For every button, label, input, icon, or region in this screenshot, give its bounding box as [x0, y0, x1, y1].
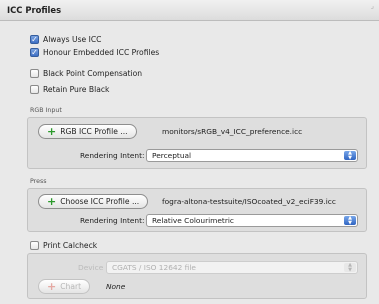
press-rendering-intent-value: Relative Colourimetric [152, 216, 234, 225]
honour-embedded-checkbox[interactable]: ✓ Honour Embedded ICC Profiles [30, 47, 159, 58]
honour-embedded-label: Honour Embedded ICC Profiles [43, 48, 160, 57]
press-panel: + Choose ICC Profile ... fogra-altona-te… [27, 188, 367, 232]
plus-icon: + [47, 124, 57, 138]
header-bar: ICC Profiles ⌟ [0, 0, 379, 21]
checkbox-unchecked-icon [30, 241, 39, 250]
choose-icc-profile-button-label: Choose ICC Profile ... [60, 197, 140, 206]
always-use-icc-label: Always Use ICC [43, 35, 102, 44]
black-point-checkbox[interactable]: Black Point Compensation [30, 68, 142, 79]
checkbox-checked-icon: ✓ [30, 47, 39, 57]
page-title: ICC Profiles [7, 5, 62, 15]
select-arrows-icon: ▲ ▼ [344, 263, 356, 272]
select-arrows-icon: ▲ ▼ [344, 216, 356, 225]
chart-value: None [106, 282, 126, 291]
rgb-profile-path: monitors/sRGB_v4_ICC_preference.icc [162, 127, 303, 136]
always-use-icc-checkbox[interactable]: ✓ Always Use ICC [30, 34, 101, 45]
retain-black-label: Retain Pure Black [43, 85, 110, 94]
calcheck-panel: Device CGATS / ISO 12642 file ▲ ▼ + Chart… [27, 253, 367, 299]
choose-icc-profile-button[interactable]: + Choose ICC Profile ... [38, 194, 149, 209]
rgb-input-group-label: RGB Input [30, 107, 62, 114]
rgb-rendering-intent-label: Rendering Intent: [80, 151, 145, 160]
retain-black-checkbox[interactable]: Retain Pure Black [30, 84, 109, 95]
select-arrows-icon: ▲ ▼ [344, 151, 356, 160]
checkbox-checked-icon: ✓ [30, 34, 39, 44]
print-calcheck-checkbox[interactable]: Print Calcheck [30, 240, 97, 251]
press-rendering-intent-label: Rendering Intent: [80, 216, 145, 225]
checkbox-unchecked-icon [30, 85, 39, 94]
press-group-label: Press [30, 178, 47, 185]
rgb-rendering-intent-value: Perceptual [152, 151, 192, 160]
press-profile-path: fogra-altona-testsuite/ISOcoated_v2_eciF… [162, 197, 336, 206]
rgb-input-panel: + RGB ICC Profile ... monitors/sRGB_v4_I… [27, 117, 367, 169]
plus-icon: + [47, 194, 57, 208]
press-rendering-intent-select[interactable]: Relative Colourimetric ▲ ▼ [146, 214, 358, 227]
plus-icon: + [47, 279, 57, 293]
rgb-icc-profile-button[interactable]: + RGB ICC Profile ... [38, 124, 137, 139]
chart-button-label: Chart [60, 282, 82, 291]
device-value: CGATS / ISO 12642 file [112, 263, 196, 272]
rgb-icc-profile-button-label: RGB ICC Profile ... [60, 127, 128, 136]
device-select[interactable]: CGATS / ISO 12642 file ▲ ▼ [106, 261, 358, 274]
rgb-rendering-intent-select[interactable]: Perceptual ▲ ▼ [146, 149, 358, 162]
resize-corner-icon: ⌟ [370, 2, 374, 10]
black-point-label: Black Point Compensation [43, 69, 143, 78]
checkbox-unchecked-icon [30, 69, 39, 78]
device-label: Device [78, 263, 104, 272]
chart-button[interactable]: + Chart [38, 279, 91, 294]
print-calcheck-label: Print Calcheck [43, 241, 98, 250]
